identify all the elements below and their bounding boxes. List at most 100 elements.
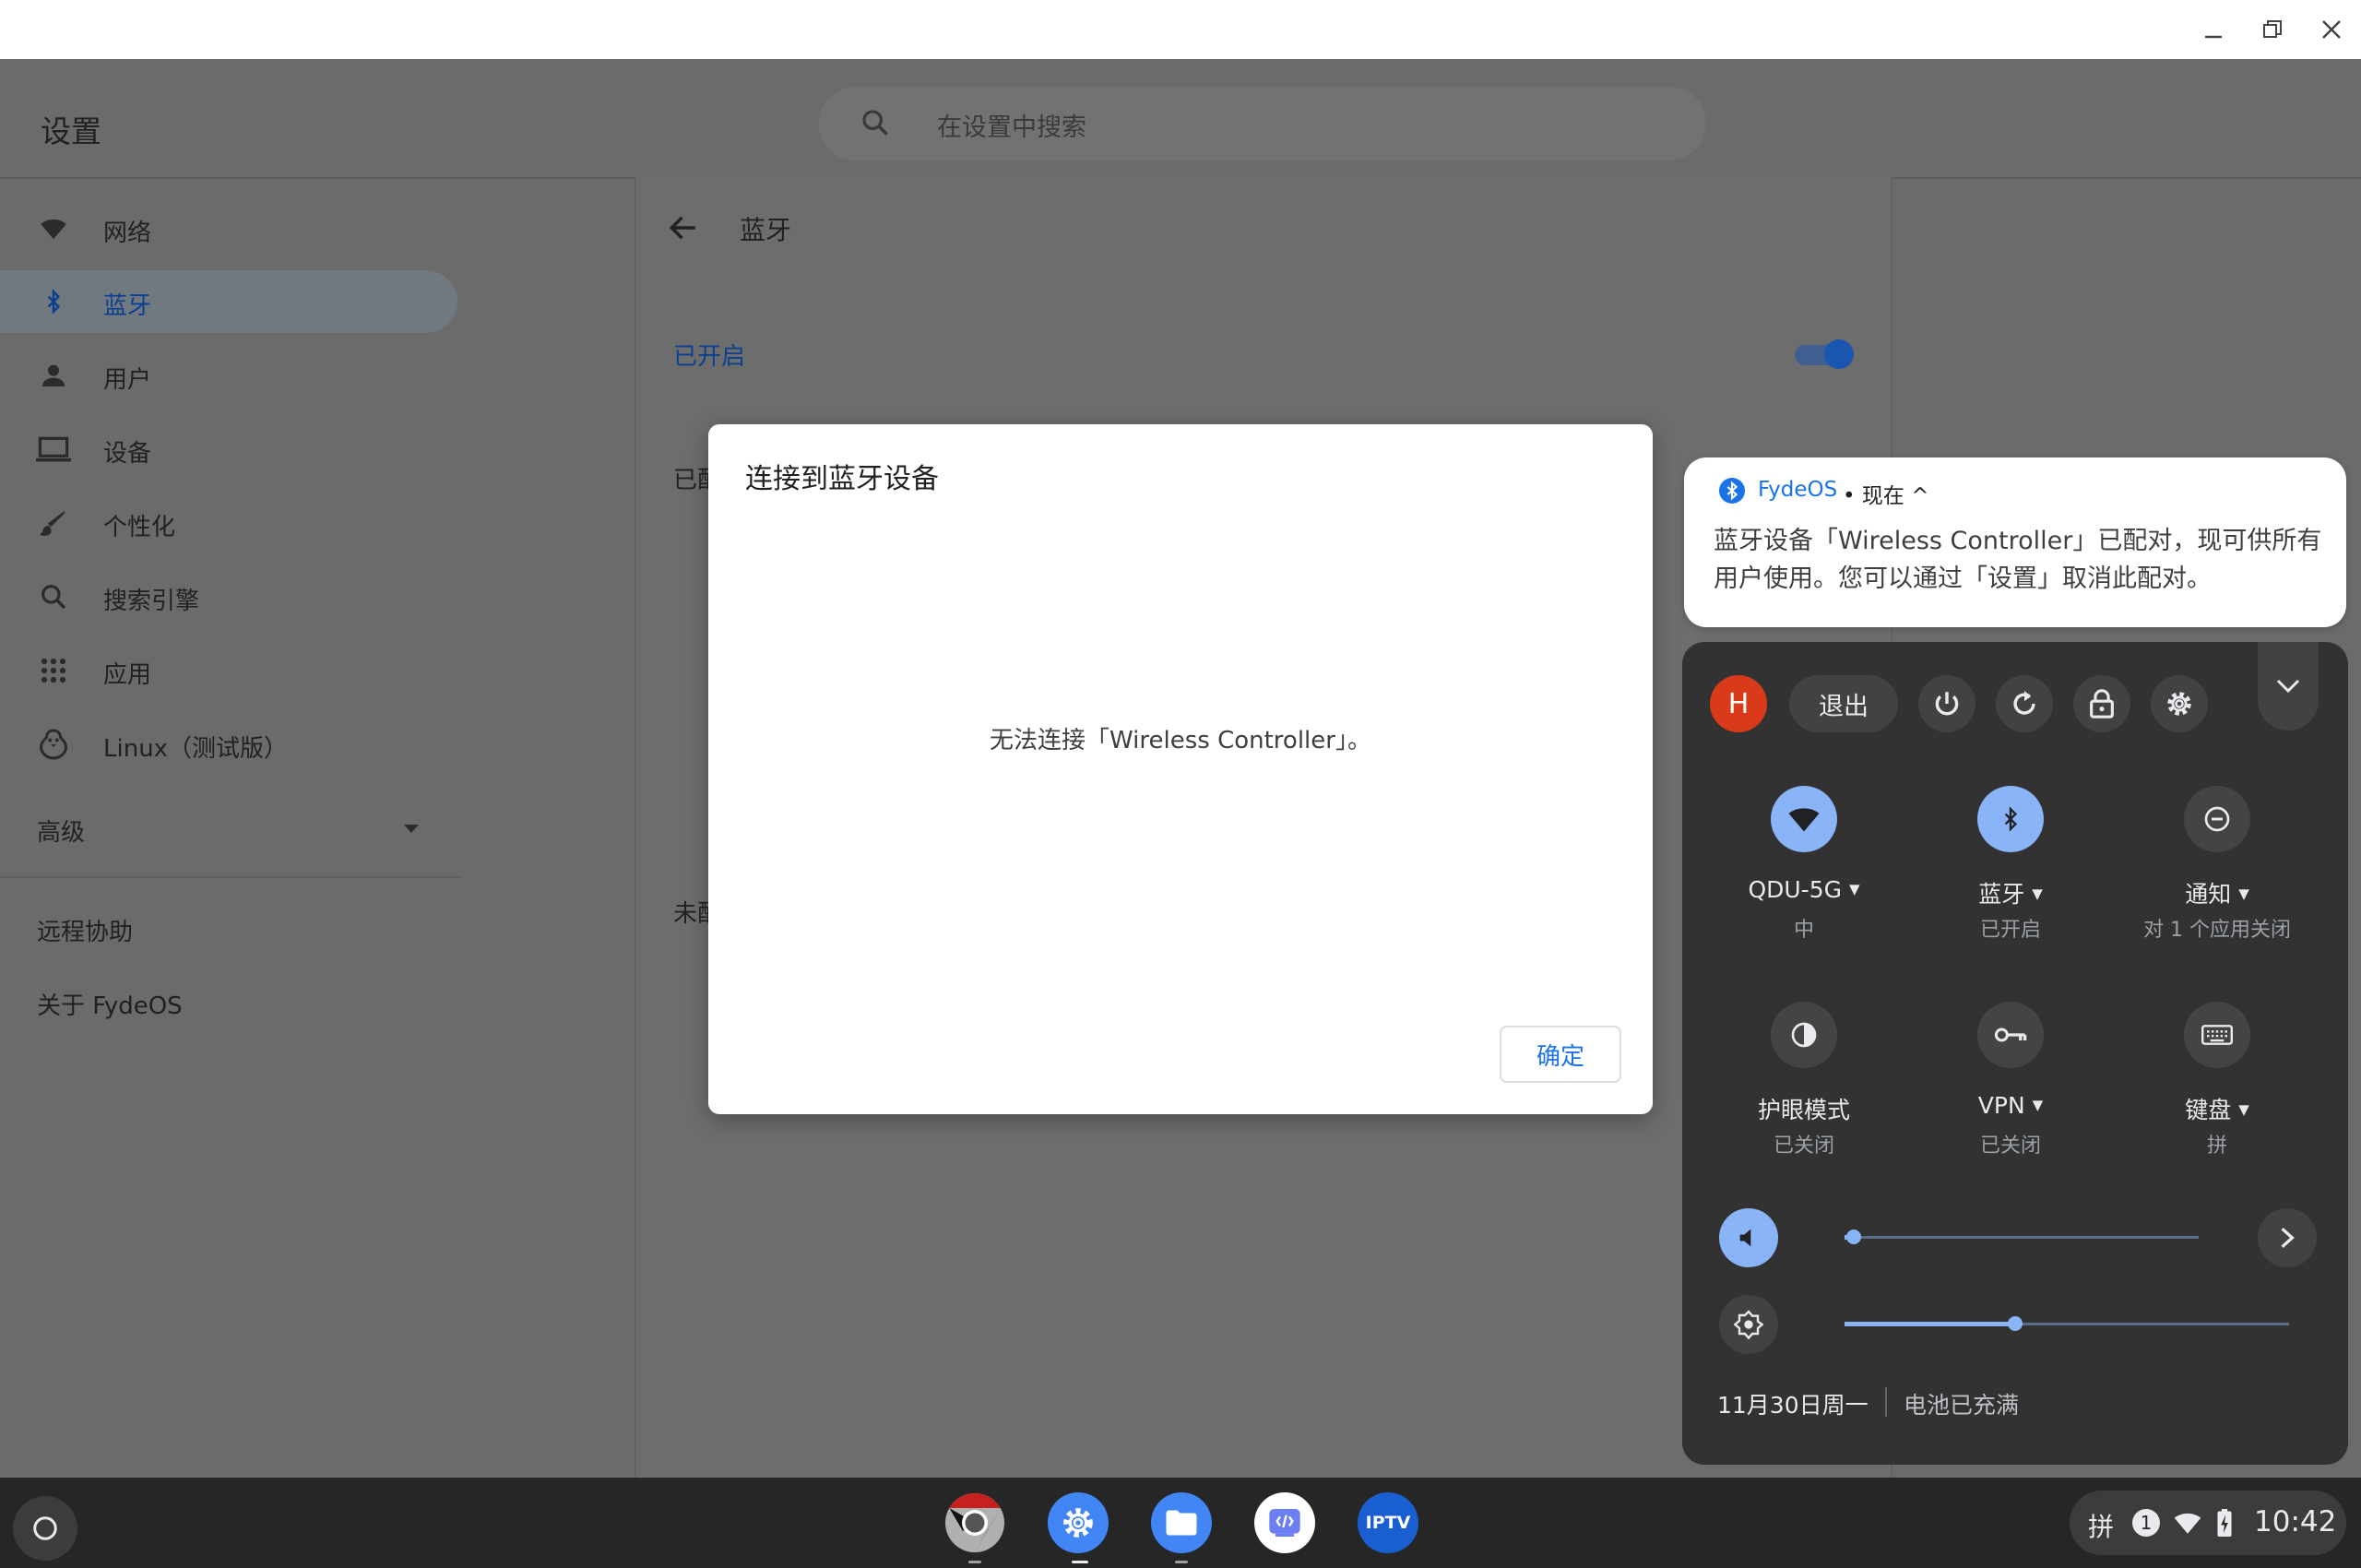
ime-indicator[interactable]: 拼 [2088, 1507, 2114, 1544]
vpn-pod-button[interactable] [1977, 1002, 2044, 1068]
restart-button[interactable] [1996, 675, 2053, 732]
bluetooth-notification[interactable]: FydeOS • 现在 ^ 蓝牙设备「Wireless Controller」已… [1684, 457, 2346, 627]
shelf-app-iptv[interactable]: IPTV [1358, 1492, 1418, 1553]
minimize-icon [2205, 35, 2222, 39]
sign-out-button[interactable]: 退出 [1789, 675, 1898, 732]
brightness-slider[interactable] [1845, 1310, 2293, 1339]
volume-icon [1739, 1229, 1751, 1247]
sidebar-item-label: 用户 [103, 366, 152, 394]
bluetooth-label: 蓝牙 [1978, 881, 2025, 908]
fydeos-app-icon [1269, 1509, 1300, 1537]
minimize-button[interactable] [2195, 11, 2232, 48]
sidebar-item-linux[interactable]: Linux（测试版） [0, 713, 457, 776]
battery-icon [2217, 1509, 2232, 1537]
slider-thumb[interactable] [1846, 1229, 1861, 1244]
search-placeholder: 在设置中搜索 [937, 113, 1086, 142]
wifi-icon [35, 212, 72, 245]
date-label[interactable]: 11月30日周一 [1717, 1387, 1869, 1420]
sidebar-item-device[interactable]: 设备 [0, 418, 457, 481]
shelf-app-fydeos[interactable] [1254, 1492, 1315, 1553]
do-not-disturb-icon [2204, 806, 2230, 832]
night-light-pod-button[interactable] [1771, 1002, 1837, 1068]
keyboard-pod-label[interactable]: 键盘 ▼ [2116, 1092, 2319, 1125]
battery-status: 电池已充满 [1904, 1392, 2020, 1419]
wifi-icon [1788, 808, 1820, 832]
sidebar-item-bluetooth[interactable]: 蓝牙 [0, 270, 457, 333]
sidebar-item-remote-assist[interactable]: 远程协助 [37, 913, 133, 947]
power-button[interactable] [1918, 675, 1975, 732]
brightness-button [1719, 1295, 1778, 1354]
sidebar-item-about[interactable]: 关于 FydeOS [37, 987, 183, 1021]
bluetooth-toggle-label: 已开启 [673, 343, 746, 371]
ok-button[interactable]: 确定 [1500, 1026, 1621, 1083]
notifications-pod-sub: 对 1 个应用关闭 [2143, 919, 2291, 942]
laptop-icon [35, 433, 72, 466]
files-icon [1166, 1510, 1197, 1536]
bluetooth-icon [1719, 478, 1745, 504]
collapse-button[interactable] [2258, 642, 2319, 731]
iptv-icon: IPTV [1365, 1513, 1411, 1533]
mute-button[interactable] [1719, 1208, 1778, 1267]
close-button[interactable] [2313, 11, 2350, 48]
notifications-pod-label[interactable]: 通知 ▼ [2116, 876, 2319, 909]
shelf-app-chrome[interactable] [944, 1492, 1005, 1553]
shelf: IPTV 拼 1 10:42 [0, 1478, 2361, 1568]
running-indicator [968, 1561, 981, 1563]
notification-time[interactable]: • 现在 ^ [1843, 478, 1928, 509]
sidebar-item-network[interactable]: 网络 [0, 197, 457, 260]
wifi-pod-button[interactable] [1771, 786, 1837, 852]
status-tray[interactable]: 拼 1 10:42 [2070, 1491, 2346, 1555]
lock-icon [2090, 689, 2114, 719]
settings-button[interactable] [2151, 675, 2208, 732]
settings-icon [1063, 1508, 1093, 1538]
toggle-knob [1824, 339, 1854, 369]
sidebar-item-apps[interactable]: 应用 [0, 639, 457, 702]
dropdown-arrow-icon: ▼ [2032, 1097, 2044, 1113]
chrome-icon [945, 1493, 1004, 1552]
vpn-pod-label[interactable]: VPN ▼ [1909, 1092, 2112, 1119]
night-light-pod-label[interactable]: 护眼模式 [1703, 1092, 1905, 1125]
launcher-button[interactable] [13, 1496, 77, 1561]
night-light-pod-sub: 已关闭 [1773, 1134, 1834, 1158]
gear-icon [2167, 692, 2191, 716]
sidebar-item-users[interactable]: 用户 [0, 344, 457, 407]
sidebar-item-label: 蓝牙 [103, 292, 152, 320]
brightness-icon [1734, 1310, 1763, 1339]
search-icon [35, 580, 72, 613]
sidebar-item-label: 设备 [103, 440, 152, 468]
shelf-app-files[interactable] [1151, 1492, 1212, 1553]
avatar[interactable]: H [1710, 675, 1767, 732]
brush-icon [35, 506, 72, 540]
audio-settings-button[interactable] [2258, 1208, 2317, 1267]
notifications-pod-button[interactable] [2184, 786, 2250, 852]
slider-thumb[interactable] [2008, 1316, 2023, 1331]
sidebar-advanced[interactable]: 高级 [0, 804, 457, 856]
maximize-button[interactable] [2254, 11, 2291, 48]
advanced-label: 高级 [37, 819, 86, 847]
bluetooth-pod-label[interactable]: 蓝牙 ▼ [1909, 876, 2112, 909]
keyboard-pod-button[interactable] [2184, 1002, 2250, 1068]
volume-slider[interactable] [1845, 1223, 2204, 1253]
vpn-label: VPN [1977, 1092, 2025, 1119]
close-icon [2322, 20, 2341, 39]
clock: 10:42 [2254, 1505, 2337, 1538]
search-input[interactable]: 在设置中搜索 [819, 87, 1706, 160]
apps-grid-icon [35, 654, 72, 687]
dropdown-arrow-icon [402, 823, 421, 834]
active-indicator [1072, 1561, 1088, 1563]
vpn-pod-sub: 已关闭 [1979, 1134, 2041, 1158]
slider-track [1845, 1236, 2199, 1239]
wifi-pod-sub: 中 [1793, 919, 1814, 942]
dropdown-arrow-icon: ▼ [2238, 885, 2249, 902]
sidebar-item-personalization[interactable]: 个性化 [0, 492, 457, 554]
dialog-message: 无法连接「Wireless Controller」。 [990, 727, 1371, 754]
lock-button[interactable] [2073, 675, 2130, 732]
notification-body: 蓝牙设备「Wireless Controller」已配对，现可供所有用户使用。您… [1714, 527, 2322, 593]
back-button[interactable] [666, 210, 701, 245]
wifi-pod-label[interactable]: QDU-5G ▼ [1703, 876, 1905, 903]
bluetooth-pod-button[interactable] [1977, 786, 2044, 852]
shelf-app-settings[interactable] [1048, 1492, 1109, 1553]
sidebar-item-search-engine[interactable]: 搜索引擎 [0, 565, 457, 628]
running-indicator [1175, 1561, 1188, 1563]
sidebar-item-label: 应用 [103, 661, 152, 689]
